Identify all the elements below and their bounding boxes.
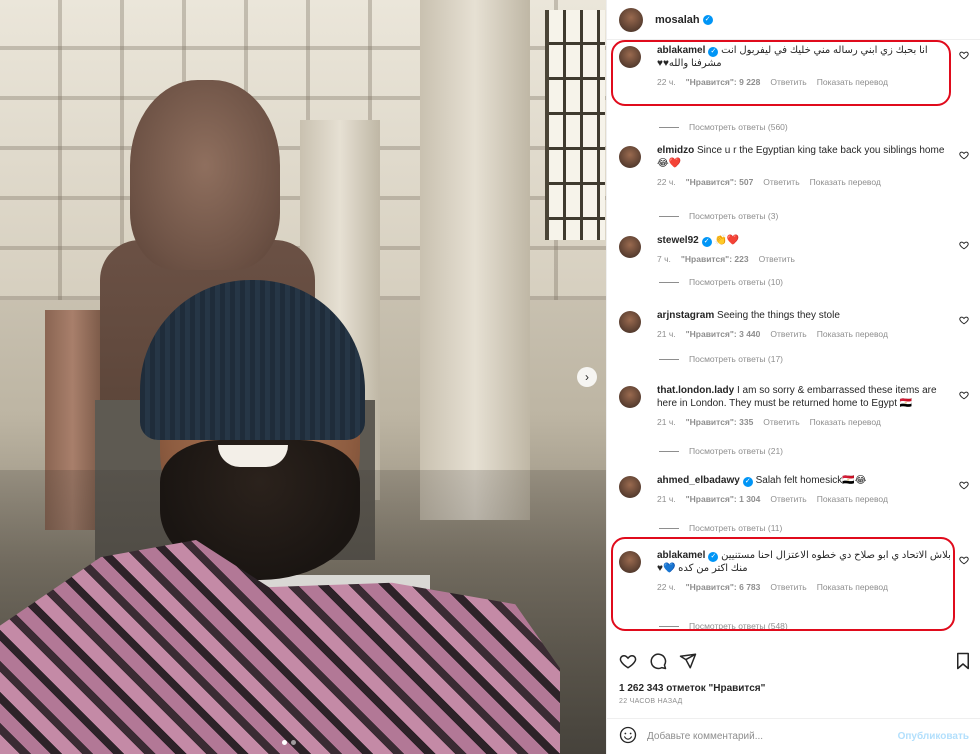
post-photo[interactable]: › — [0, 0, 606, 754]
view-replies-button[interactable]: Посмотреть ответы (21) — [659, 446, 783, 456]
comment-likes[interactable]: "Нравится": 1 304 — [686, 493, 761, 506]
comment-meta: 21 ч. "Нравится": 335 Ответить Показать пер… — [657, 416, 957, 429]
comment-body: ahmed_elbadawy ✓ Salah felt homesick🇪🇬😂 21… — [657, 474, 957, 506]
commenter-username[interactable]: arjnstagram — [657, 310, 714, 321]
heart-icon[interactable] — [959, 315, 969, 328]
view-replies-button[interactable]: Посмотреть ответы (11) — [659, 523, 782, 533]
highlight-box — [611, 537, 955, 631]
verified-badge-icon: ✓ — [702, 14, 713, 25]
heart-icon[interactable] — [959, 480, 969, 493]
commenter-avatar[interactable] — [619, 311, 641, 333]
comment-time: 21 ч. — [657, 329, 676, 339]
carousel-dots — [282, 740, 296, 745]
heart-icon[interactable] — [959, 150, 969, 163]
view-replies-label: Посмотреть ответы (11) — [689, 523, 783, 533]
reply-button[interactable]: Ответить — [770, 328, 806, 341]
comment-icon[interactable] — [649, 652, 667, 675]
replies-divider — [659, 215, 679, 217]
heart-icon[interactable] — [619, 652, 637, 675]
post-actions — [607, 648, 980, 678]
heart-icon[interactable] — [959, 50, 969, 63]
comment-likes[interactable]: "Нравится": 223 — [681, 253, 749, 266]
view-replies-button[interactable]: Посмотреть ответы (3) — [659, 211, 778, 221]
reply-button[interactable]: Ответить — [770, 493, 806, 506]
add-comment-bar: Опубликовать — [607, 718, 980, 754]
replies-divider — [659, 450, 679, 452]
commenter-avatar[interactable] — [619, 236, 641, 258]
emoji-icon[interactable] — [619, 726, 637, 748]
commenter-username[interactable]: that.london.lady — [657, 385, 734, 396]
post-header: mosalah ✓ — [607, 0, 980, 40]
comment-time: 21 ч. — [657, 494, 676, 504]
chevron-right-icon[interactable]: › — [577, 367, 597, 387]
commenter-avatar[interactable] — [619, 476, 641, 498]
heart-icon[interactable] — [959, 240, 969, 253]
post-side-panel: mosalah ✓ ablakamel ✓ انا بحبك زي ابني رس… — [606, 0, 980, 754]
view-replies-label: Посмотреть ответы (21) — [689, 446, 783, 456]
view-replies-button[interactable]: Посмотреть ответы (560) — [659, 122, 788, 132]
reply-button[interactable]: Ответить — [763, 416, 799, 429]
comment-text: Salah felt homesick🇪🇬😂 — [755, 475, 867, 486]
comment-likes[interactable]: "Нравится": 3 440 — [686, 328, 761, 341]
carousel-dot — [291, 740, 296, 745]
commenter-username[interactable]: stewel92 — [657, 235, 699, 246]
commenter-username[interactable]: elmidzo — [657, 145, 694, 156]
commenter-username[interactable]: ahmed_elbadawy — [657, 475, 740, 486]
comment-likes[interactable]: "Нравится": 507 — [686, 176, 754, 189]
publish-button[interactable]: Опубликовать — [898, 731, 969, 742]
bookmark-icon[interactable] — [955, 652, 971, 675]
comment-meta: 21 ч. "Нравится": 1 304 Ответить Показать п… — [657, 493, 957, 506]
heart-icon[interactable] — [959, 390, 969, 403]
view-replies-button[interactable]: Посмотреть ответы (10) — [659, 277, 783, 287]
heart-icon[interactable] — [959, 555, 969, 568]
post-time: 22 ЧАСОВ НАЗАД — [619, 698, 683, 705]
comment-meta: 22 ч. "Нравится": 507 Ответить Показать пер… — [657, 176, 957, 189]
verified-badge-icon: ✓ — [701, 237, 712, 247]
author-avatar[interactable] — [619, 7, 643, 32]
author-username[interactable]: mosalah — [655, 14, 700, 26]
comment-body: stewel92 ✓ 👏❤️ 7 ч. "Нравится": 223 Ответить — [657, 234, 957, 266]
reply-button[interactable]: Ответить — [759, 253, 795, 266]
museum-window — [545, 10, 605, 240]
share-icon[interactable] — [679, 652, 697, 675]
likes-count[interactable]: 1 262 343 отметок "Нравится" — [619, 683, 765, 694]
comment-meta: 21 ч. "Нравится": 3 440 Ответить Показать п… — [657, 328, 957, 341]
translate-button[interactable]: Показать перевод — [817, 493, 888, 506]
comment-body: arjnstagram Seeing the things they stole… — [657, 309, 957, 341]
translate-button[interactable]: Показать перевод — [817, 328, 888, 341]
verified-badge-icon: ✓ — [742, 477, 753, 487]
commenter-avatar[interactable] — [619, 386, 641, 408]
carousel-dot-active — [282, 740, 287, 745]
translate-button[interactable]: Показать перевод — [810, 176, 881, 189]
replies-divider — [659, 527, 679, 529]
view-replies-label: Посмотреть ответы (3) — [689, 211, 779, 221]
replies-divider — [659, 126, 679, 128]
commenter-avatar[interactable] — [619, 146, 641, 168]
translate-button[interactable]: Показать перевод — [810, 416, 881, 429]
view-replies-label: Посмотреть ответы (10) — [689, 277, 783, 287]
comment-input[interactable] — [647, 731, 898, 742]
view-replies-label: Посмотреть ответы (560) — [689, 122, 788, 132]
reply-button[interactable]: Ответить — [763, 176, 799, 189]
statue-head — [130, 80, 280, 270]
comment-time: 22 ч. — [657, 177, 676, 187]
comment-text: Seeing the things they stole — [717, 310, 840, 321]
highlight-box — [611, 40, 951, 106]
comment-time: 21 ч. — [657, 417, 676, 427]
comment-body: that.london.lady I am so sorry & embarra… — [657, 384, 957, 429]
comment-meta: 7 ч. "Нравится": 223 Ответить — [657, 253, 957, 266]
view-replies-button[interactable]: Посмотреть ответы (17) — [659, 354, 783, 364]
museum-column — [420, 0, 530, 520]
comment-time: 7 ч. — [657, 254, 671, 264]
view-replies-label: Посмотреть ответы (17) — [689, 354, 783, 364]
replies-divider — [659, 358, 679, 360]
comment-body: elmidzo Since u r the Egyptian king take… — [657, 144, 957, 189]
replies-divider — [659, 281, 679, 283]
comment-text: 👏❤️ — [714, 235, 740, 246]
person-smile — [218, 445, 288, 467]
comment-likes[interactable]: "Нравится": 335 — [686, 416, 754, 429]
comment-text: Since u r the Egyptian king take back yo… — [657, 145, 945, 169]
